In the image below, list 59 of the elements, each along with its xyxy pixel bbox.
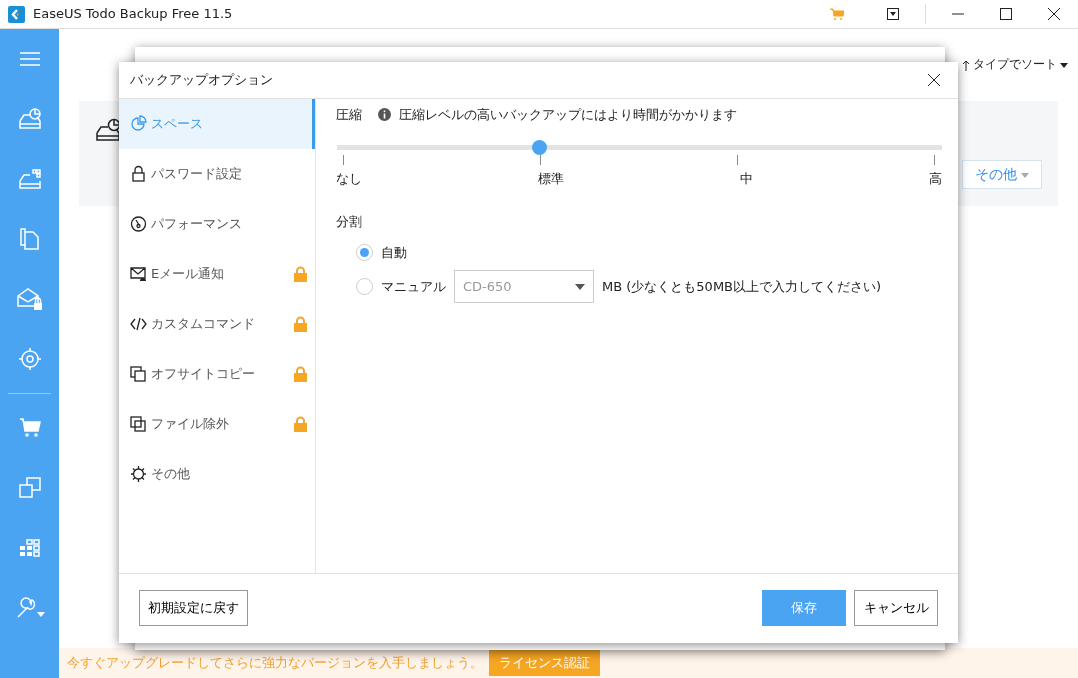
copy-icon — [130, 415, 147, 433]
code-icon — [130, 315, 147, 333]
settings-tab[interactable]: その他 — [119, 449, 315, 499]
tab-label: スペース — [151, 115, 204, 134]
lock-icon — [130, 165, 147, 183]
more-button[interactable]: その他 — [961, 160, 1042, 189]
settings-tab[interactable]: パフォーマンス — [119, 199, 315, 249]
settings-tab[interactable]: オフサイトコピー — [119, 349, 315, 399]
cart-icon[interactable] — [18, 418, 41, 438]
tab-label: パフォーマンス — [151, 215, 243, 234]
radio-label: マニュアル — [381, 277, 446, 296]
slider-tick-label: 高 — [929, 169, 942, 188]
mail-lock-icon[interactable] — [16, 287, 43, 311]
settings-tab[interactable]: パスワード設定 — [119, 149, 315, 199]
tab-label: その他 — [151, 465, 191, 484]
slider-thumb[interactable] — [532, 139, 547, 155]
caret-icon — [1060, 62, 1068, 68]
upgrade-message: 今すぐアップグレードしてさらに強力なバージョンを入手しましょう。 — [67, 654, 483, 673]
cancel-button[interactable]: キャンセル — [854, 590, 938, 626]
tab-label: ファイル除外 — [151, 415, 230, 434]
tab-label: パスワード設定 — [151, 165, 243, 184]
files-icon[interactable] — [19, 228, 40, 250]
pie-icon — [130, 115, 147, 133]
target-icon[interactable] — [17, 347, 42, 371]
caret-icon — [575, 283, 585, 290]
grid-icon[interactable] — [18, 538, 41, 558]
sort-dropdown[interactable]: タイプでソート — [962, 56, 1068, 74]
compression-label: 圧縮 — [336, 106, 362, 124]
settings-tab[interactable]: カスタムコマンド — [119, 299, 315, 349]
tab-label: カスタムコマンド — [151, 315, 256, 334]
gear-icon — [130, 465, 147, 483]
slider-tick-label: なし — [336, 169, 362, 188]
settings-tab[interactable]: Eメール通知 — [119, 249, 315, 299]
disk-icon[interactable] — [17, 108, 42, 130]
window-title: EaseUS Todo Backup Free 11.5 — [33, 5, 234, 24]
copy-icon — [130, 365, 147, 383]
caret-icon — [1021, 172, 1029, 178]
tab-label: Eメール通知 — [151, 265, 226, 284]
split-label: 分割 — [336, 213, 363, 231]
size-note: MB (少なくとも50MB以上で入力してください) — [602, 277, 882, 296]
settings-tab[interactable]: ファイル除外 — [119, 399, 315, 449]
disk-icon[interactable] — [17, 168, 42, 190]
slider-tick-label: 中 — [740, 169, 753, 188]
radio-label: 自動 — [381, 243, 407, 262]
compression-hint: 圧縮レベルの高いバックアップにはより時間がかかります — [399, 106, 737, 124]
up-arrow-icon — [962, 59, 970, 71]
reset-button[interactable]: 初期設定に戻す — [139, 590, 248, 626]
tab-label: オフサイトコピー — [151, 365, 256, 384]
app-logo-icon — [8, 5, 25, 23]
radio-button[interactable] — [356, 278, 373, 295]
gauge-icon — [130, 215, 147, 233]
clone-icon[interactable] — [18, 477, 41, 499]
menu-icon[interactable] — [18, 52, 41, 66]
disk-icon — [95, 117, 121, 143]
slider-tick-label: 標準 — [538, 169, 564, 188]
mail-bell-icon — [130, 265, 147, 283]
dialog-title: バックアップオプション — [130, 71, 274, 90]
radio-button[interactable] — [356, 244, 373, 261]
info-icon — [378, 108, 391, 122]
